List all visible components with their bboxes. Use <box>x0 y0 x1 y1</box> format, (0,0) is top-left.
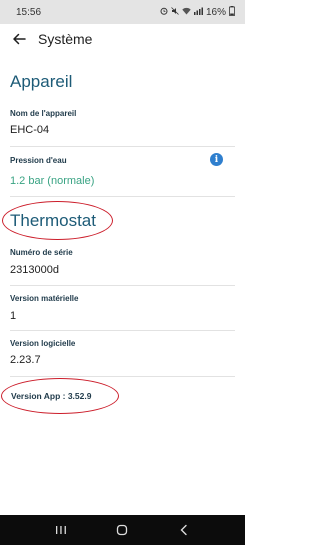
water-pressure-value: 1.2 bar (normale) <box>10 175 95 187</box>
battery-icon <box>229 6 235 18</box>
hardware-version-label: Version matérielle <box>10 294 79 303</box>
divider <box>10 376 235 377</box>
status-bar: 15:56 16% <box>0 0 245 24</box>
annotation-circle-thermostat <box>2 201 113 240</box>
hardware-version-value: 1 <box>10 310 17 322</box>
alarm-icon <box>160 7 168 17</box>
back-button[interactable] <box>2 24 36 54</box>
system-back-button[interactable] <box>172 520 196 540</box>
device-name-value: EHC-04 <box>10 124 50 136</box>
recents-button[interactable] <box>49 520 73 540</box>
home-icon <box>117 524 128 536</box>
divider <box>10 285 235 286</box>
info-icon[interactable]: i <box>210 153 223 166</box>
status-time: 15:56 <box>16 6 42 18</box>
software-version-value: 2.23.7 <box>10 354 41 366</box>
mute-icon <box>171 7 179 17</box>
annotation-circle-app-version <box>1 378 119 414</box>
section-title-appareil: Appareil <box>10 72 73 91</box>
navigation-bar <box>0 515 245 545</box>
divider <box>10 330 235 331</box>
app-bar: Système <box>0 24 245 54</box>
wifi-icon <box>182 7 191 17</box>
back-icon <box>180 524 187 536</box>
software-version-label: Version logicielle <box>10 339 76 348</box>
page-title: Système <box>38 31 93 47</box>
device-name-label: Nom de l'appareil <box>10 109 77 118</box>
arrow-left-icon <box>13 33 26 45</box>
divider <box>10 196 235 197</box>
battery-percent: 16% <box>205 6 226 18</box>
signal-icon <box>193 7 203 17</box>
serial-number-value: 2313000d <box>10 264 59 276</box>
serial-number-label: Numéro de série <box>10 248 73 257</box>
recents-icon <box>55 526 66 534</box>
divider <box>10 146 235 147</box>
status-icons: 16% <box>160 6 235 18</box>
home-button[interactable] <box>110 520 134 540</box>
water-pressure-label: Pression d'eau <box>10 156 67 165</box>
